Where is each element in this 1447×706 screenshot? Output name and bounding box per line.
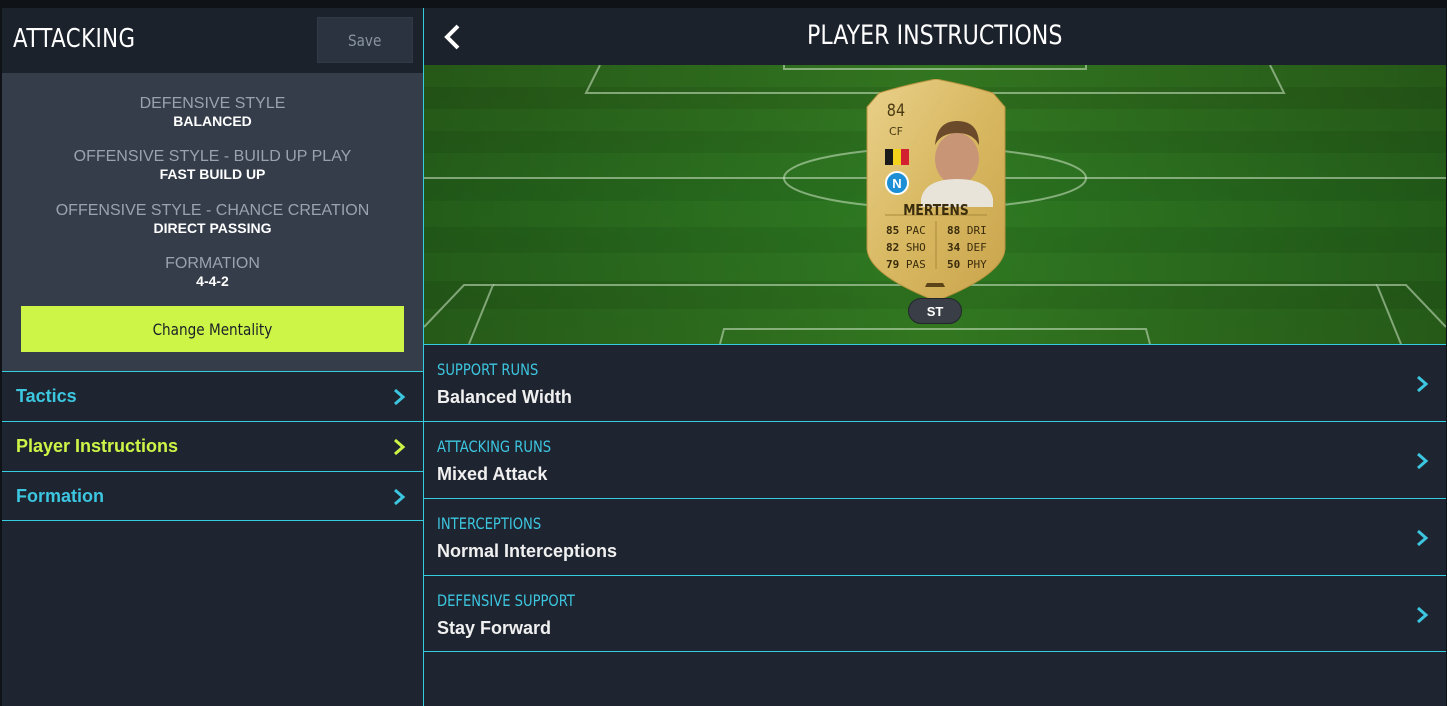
instruction-interceptions[interactable]: INTERCEPTIONS Normal Interceptions <box>424 498 1446 575</box>
card-position: CF <box>888 125 903 138</box>
stat-pac: 85 PAC <box>886 224 926 237</box>
chevron-right-icon <box>1417 529 1429 547</box>
summary-value: FAST BUILD UP <box>159 166 266 182</box>
instruction-attacking-runs[interactable]: ATTACKING RUNS Mixed Attack <box>424 421 1446 498</box>
summary-defensive-style: DEFENSIVE STYLE BALANCED <box>2 94 423 130</box>
change-mentality-button[interactable]: Change Mentality <box>21 306 404 352</box>
chevron-right-icon <box>1417 606 1429 624</box>
sidebar-nav: Tactics Player Instructions Formation <box>2 371 423 521</box>
sidebar-item-label: Formation <box>16 485 104 506</box>
save-button[interactable]: Save <box>317 17 413 63</box>
stat-label: DEF <box>966 241 987 254</box>
page-title: PLAYER INSTRUCTIONS <box>424 20 1446 51</box>
stat-sho: 82 SHO <box>886 241 926 254</box>
sidebar-header: ATTACKING Save <box>2 8 423 73</box>
stat-value: 88 <box>947 224 961 237</box>
tactics-summary: DEFENSIVE STYLE BALANCED OFFENSIVE STYLE… <box>2 73 423 371</box>
summary-label: OFFENSIVE STYLE - CHANCE CREATION <box>55 202 370 219</box>
sidebar-item-tactics[interactable]: Tactics <box>2 371 423 421</box>
stat-pas: 79 PAS <box>886 258 926 271</box>
card-player-name-text: MERTENS <box>903 201 969 219</box>
save-button-label: Save <box>348 30 382 50</box>
instruction-label-text: ATTACKING RUNS <box>437 437 552 456</box>
stat-def: 34 DEF <box>947 241 987 254</box>
stat-label: DRI <box>966 224 987 237</box>
panel-header: PLAYER INSTRUCTIONS <box>424 8 1446 65</box>
instruction-label-text: SUPPORT RUNS <box>437 360 539 379</box>
instruction-value: Mixed Attack <box>437 464 548 484</box>
mentality-title: ATTACKING <box>13 24 136 54</box>
stat-value: 50 <box>947 258 961 271</box>
sidebar-item-player-instructions[interactable]: Player Instructions <box>2 421 423 471</box>
stat-dri: 88 DRI <box>947 224 987 237</box>
summary-chance-creation: OFFENSIVE STYLE - CHANCE CREATION DIRECT… <box>2 201 423 237</box>
stat-label: PHY <box>966 258 987 271</box>
stat-label: SHO <box>905 241 926 254</box>
summary-label: FORMATION <box>165 255 260 272</box>
summary-value: DIRECT PASSING <box>153 220 272 236</box>
chevron-right-icon <box>394 488 406 506</box>
instruction-value: Stay Forward <box>437 618 552 638</box>
instruction-label: INTERCEPTIONS <box>437 514 564 533</box>
instruction-support-runs[interactable]: SUPPORT RUNS Balanced Width <box>424 344 1446 421</box>
instruction-value: Balanced Width <box>437 387 572 407</box>
sidebar-item-label: Player Instructions <box>16 436 179 456</box>
svg-text:N: N <box>892 176 901 191</box>
instruction-label-text: DEFENSIVE SUPPORT <box>437 591 575 610</box>
summary-build-up-play: OFFENSIVE STYLE - BUILD UP PLAY FAST BUI… <box>2 147 423 183</box>
summary-label: DEFENSIVE STYLE <box>139 95 286 112</box>
summary-value: BALANCED <box>173 113 252 129</box>
stat-phy: 50 PHY <box>947 258 987 271</box>
pitch-view: N 84 CF MERTENS 85 PAC 82 SHO 79 PAS 88 … <box>424 65 1446 344</box>
stat-value: 79 <box>886 258 900 271</box>
page-title-text: PLAYER INSTRUCTIONS <box>807 20 1063 51</box>
slot-position-badge: ST <box>908 298 962 324</box>
change-mentality-label: Change Mentality <box>152 319 273 339</box>
player-instructions-panel: PLAYER INSTRUCTIONS N 84 CF MERTENS 85 P… <box>424 8 1446 706</box>
stat-label: PAS <box>905 258 926 271</box>
chevron-right-icon <box>394 438 406 456</box>
instruction-label: DEFENSIVE SUPPORT <box>437 591 605 610</box>
instruction-label: SUPPORT RUNS <box>437 360 561 379</box>
stat-label: PAC <box>905 224 926 237</box>
tactics-sidebar: ATTACKING Save DEFENSIVE STYLE BALANCED … <box>2 8 423 706</box>
instruction-label-text: INTERCEPTIONS <box>437 514 542 533</box>
instruction-value: Normal Interceptions <box>437 541 618 561</box>
chevron-right-icon <box>1417 452 1429 470</box>
sidebar-item-formation[interactable]: Formation <box>2 471 423 521</box>
instruction-list: SUPPORT RUNS Balanced Width ATTACKING RU… <box>424 344 1446 652</box>
stat-value: 82 <box>886 241 900 254</box>
sidebar-item-label: Tactics <box>16 386 77 406</box>
summary-formation: FORMATION 4-4-2 <box>2 254 423 290</box>
stat-value: 34 <box>947 241 961 254</box>
summary-label: OFFENSIVE STYLE - BUILD UP PLAY <box>73 148 352 165</box>
card-rating: 84 <box>886 101 906 121</box>
chevron-right-icon <box>1417 375 1429 393</box>
instruction-label: ATTACKING RUNS <box>437 437 576 456</box>
summary-value: 4-4-2 <box>196 273 229 289</box>
card-player-name: MERTENS <box>865 201 1007 219</box>
stat-value: 85 <box>886 224 900 237</box>
instruction-defensive-support[interactable]: DEFENSIVE SUPPORT Stay Forward <box>424 575 1446 652</box>
chevron-right-icon <box>394 388 406 406</box>
